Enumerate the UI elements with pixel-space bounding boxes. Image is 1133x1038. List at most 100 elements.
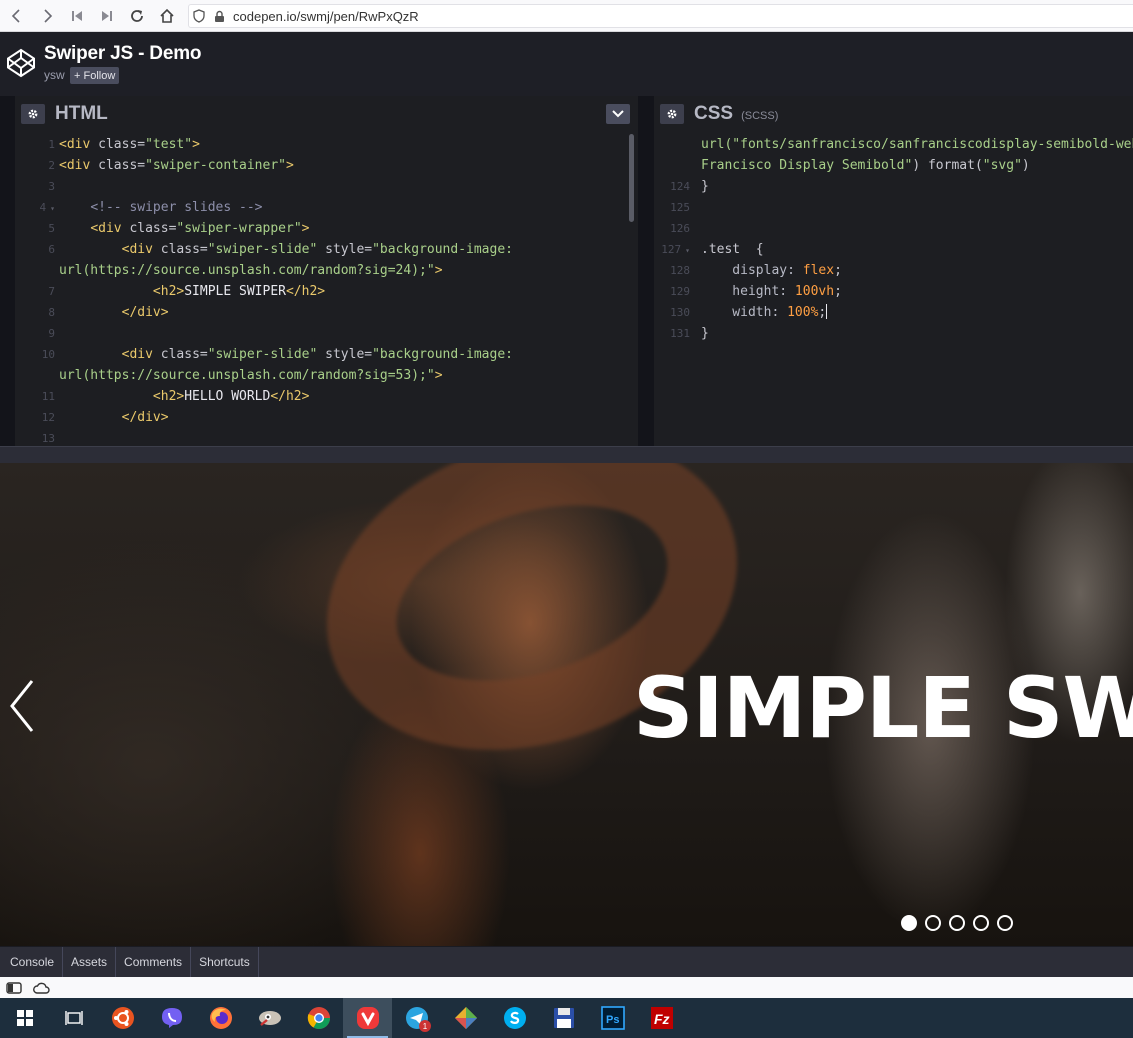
windows-start-icon	[16, 1010, 33, 1026]
browser-toolbar: codepen.io/swmj/pen/RwPxQzR	[0, 0, 1133, 32]
html-code-area[interactable]: 1 <div class="test"> 2 <div class="swiper-c…	[15, 134, 638, 446]
taskbar-task-view[interactable]	[49, 998, 98, 1038]
url-text: codepen.io/swmj/pen/RwPxQzR	[233, 8, 419, 24]
taskbar-git[interactable]	[441, 998, 490, 1038]
bottom-bar: Console Assets Comments Shortcuts	[0, 946, 1133, 978]
pagination-dot[interactable]	[997, 915, 1013, 931]
line-number: 10	[41, 348, 55, 361]
git-client-icon	[454, 1007, 477, 1029]
cloud-icon[interactable]	[32, 982, 50, 994]
preview-frame[interactable]: SIMPLE SWIPER	[0, 463, 1133, 946]
line-number: 128	[670, 264, 690, 277]
rewind-button[interactable]	[64, 3, 90, 29]
html-editor-title: HTML	[55, 103, 108, 124]
codepen-logo-icon[interactable]	[6, 48, 36, 78]
css-preprocessor-label: (SCSS)	[741, 110, 779, 122]
bottom-tab-comments[interactable]: Comments	[116, 946, 192, 978]
css-editor-title: CSS	[694, 103, 734, 124]
pagination-dot[interactable]	[901, 915, 917, 931]
skip-forward-icon	[102, 10, 112, 21]
slider-prev-button[interactable]	[4, 677, 40, 735]
bottom-tab-assets[interactable]: Assets	[63, 946, 117, 978]
skip-back-icon	[72, 10, 82, 21]
taskbar-viber[interactable]	[147, 998, 196, 1038]
line-number: 6	[48, 243, 55, 256]
pen-author[interactable]: ysw	[44, 68, 65, 82]
code-line: display: flex;	[701, 263, 842, 278]
ubuntu-icon	[111, 1007, 134, 1029]
taskbar-gimp[interactable]	[245, 998, 294, 1038]
taskbar-firefox[interactable]	[196, 998, 245, 1038]
taskbar-telegram[interactable]: 1	[392, 998, 441, 1038]
line-number: 125	[670, 201, 690, 214]
follow-button[interactable]: + Follow	[70, 67, 120, 84]
lock-icon	[209, 6, 229, 26]
editor-collapse-button[interactable]	[606, 104, 630, 124]
arrow-right-icon	[44, 8, 53, 23]
line-number: 13	[41, 432, 55, 445]
taskbar-filezilla[interactable]: Fz	[637, 998, 686, 1038]
bottom-tab-shortcuts[interactable]: Shortcuts	[191, 946, 259, 978]
line-number: 11	[41, 390, 55, 403]
line-number: 4	[15, 197, 55, 219]
code-line: url("fonts/sanfrancisco/sanfranciscodisp…	[701, 137, 1133, 152]
line-number: 124	[670, 180, 690, 193]
shield-icon	[189, 6, 209, 26]
fast-forward-button[interactable]	[94, 3, 120, 29]
code-line: url(https://source.unsplash.com/random?s…	[59, 368, 443, 383]
telegram-unread-badge: 1	[419, 1020, 431, 1032]
taskbar-start[interactable]	[0, 998, 49, 1038]
code-line: }	[701, 326, 709, 341]
back-button[interactable]	[4, 3, 30, 29]
line-number: 126	[670, 222, 690, 235]
taskbar-save[interactable]	[539, 998, 588, 1038]
html-settings-button[interactable]	[21, 104, 45, 124]
reload-button[interactable]	[124, 3, 150, 29]
arrow-left-icon	[11, 8, 20, 23]
html-editor-header: HTML	[15, 96, 638, 132]
taskbar-chrome[interactable]	[294, 998, 343, 1038]
html-editor-scrollbar[interactable]	[629, 134, 634, 222]
editor-resize-handle[interactable]	[0, 446, 1133, 463]
address-bar[interactable]: codepen.io/swmj/pen/RwPxQzR	[188, 4, 1133, 28]
svg-text:Fz: Fz	[654, 1011, 670, 1027]
gear-icon	[667, 109, 677, 119]
line-number: 9	[48, 327, 55, 340]
bottom-tab-console[interactable]: Console	[0, 946, 64, 978]
css-code-area[interactable]: url("fonts/sanfrancisco/sanfranciscodisp…	[654, 134, 1133, 446]
code-line: <div class="swiper-wrapper">	[90, 221, 310, 236]
home-button[interactable]	[154, 3, 180, 29]
taskbar-ubuntu[interactable]	[98, 998, 147, 1038]
browser-statusbar	[0, 977, 1133, 998]
code-line: }	[701, 179, 709, 194]
firefox-icon	[209, 1007, 232, 1029]
filezilla-icon: Fz	[650, 1007, 673, 1029]
html-editor[interactable]: HTML 1 <div class="test"> 2 <div class="swi…	[15, 96, 638, 446]
taskbar-photoshop[interactable]: Ps	[588, 998, 637, 1038]
code-line: <div class="swiper-slide" style="backgro…	[121, 347, 513, 362]
line-number: 131	[670, 327, 690, 340]
line-number: 3	[48, 180, 55, 193]
code-line: url(https://source.unsplash.com/random?s…	[59, 263, 443, 278]
line-number: 8	[48, 306, 55, 319]
svg-text:Ps: Ps	[606, 1014, 619, 1026]
pagination-dot[interactable]	[949, 915, 965, 931]
pagination-dot[interactable]	[973, 915, 989, 931]
line-number: 1	[48, 138, 55, 151]
slide-title: SIMPLE SWIPER	[633, 659, 1133, 757]
pagination-dot[interactable]	[925, 915, 941, 931]
code-line: </div>	[121, 410, 169, 425]
pen-title[interactable]: Swiper JS - Demo	[44, 43, 201, 65]
taskbar-vivaldi[interactable]	[343, 998, 392, 1038]
vivaldi-icon	[356, 1007, 379, 1029]
code-line: <div class="swiper-slide" style="backgro…	[121, 242, 513, 257]
line-number: 130	[670, 306, 690, 319]
css-settings-button[interactable]	[660, 104, 684, 124]
sidebar-panel-icon[interactable]	[6, 981, 22, 994]
taskbar-skype[interactable]	[490, 998, 539, 1038]
forward-button[interactable]	[34, 3, 60, 29]
css-editor-header: CSS (SCSS)	[654, 96, 1133, 132]
home-icon	[160, 8, 174, 23]
line-number: 7	[48, 285, 55, 298]
css-editor[interactable]: CSS (SCSS) url("fonts/sanfrancisco/sanfr…	[654, 96, 1133, 446]
